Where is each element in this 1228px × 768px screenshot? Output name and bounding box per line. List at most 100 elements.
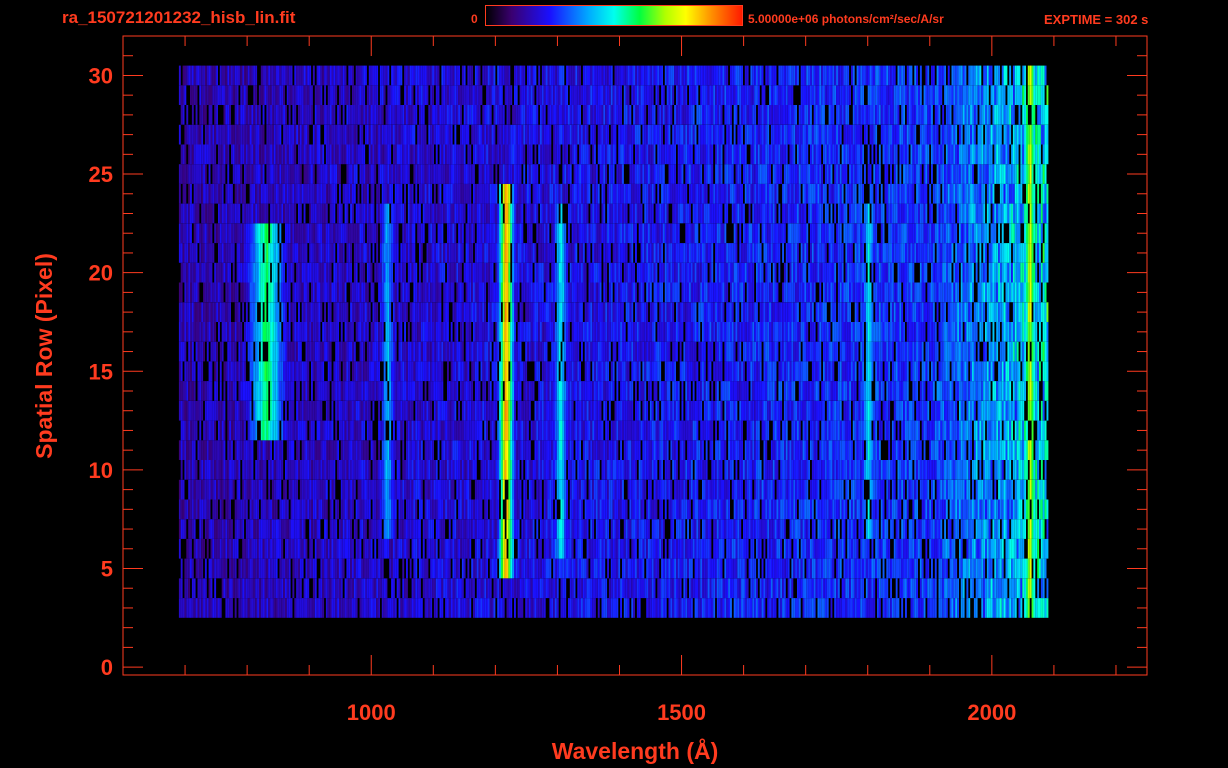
heatmap-cell (231, 420, 233, 441)
heatmap-cell (517, 420, 520, 441)
heatmap-cell (573, 479, 576, 500)
heatmap-cell (283, 381, 285, 401)
heatmap-cell (221, 519, 224, 539)
heatmap-cell (231, 538, 233, 559)
heatmap-cell (227, 499, 230, 520)
heatmap-cell (817, 381, 820, 401)
heatmap-cell (368, 499, 371, 520)
heatmap-cell (1042, 538, 1045, 559)
heatmap-cell (787, 479, 790, 500)
heatmap-cell (460, 479, 462, 500)
heatmap-cell (633, 578, 635, 599)
heatmap-cell (750, 499, 753, 520)
heatmap-cell (329, 420, 332, 441)
heatmap-cell (869, 440, 872, 460)
heatmap-cell (1027, 479, 1030, 500)
heatmap-cell (677, 381, 680, 401)
heatmap-cell (322, 499, 325, 520)
heatmap-cell (651, 578, 654, 599)
heatmap-cell (692, 538, 695, 559)
heatmap-cell (603, 479, 606, 500)
heatmap-cell (949, 519, 952, 539)
heatmap-cell (707, 558, 710, 579)
heatmap-cell (1046, 400, 1049, 421)
heatmap-cell (398, 598, 401, 618)
heatmap-cell (301, 420, 304, 441)
heatmap-cell (208, 400, 211, 421)
heatmap-cell (433, 538, 436, 559)
heatmap-cell (754, 499, 757, 520)
heatmap-cell (979, 440, 982, 460)
heatmap-cell (882, 400, 885, 421)
heatmap-cell (413, 381, 416, 401)
heatmap-cell (322, 538, 325, 559)
heatmap-cell (648, 440, 650, 460)
heatmap-cell (333, 361, 336, 382)
heatmap-cell (1016, 578, 1019, 599)
heatmap-cell (895, 538, 898, 559)
heatmap-cell (400, 598, 403, 618)
heatmap-cell (700, 578, 703, 599)
heatmap-cell (716, 440, 719, 460)
heatmap-cell (203, 598, 205, 618)
heatmap-cell (547, 400, 550, 421)
heatmap-cell (458, 420, 460, 441)
heatmap-cell (672, 499, 675, 520)
heatmap-cell (491, 479, 494, 500)
heatmap-cell (770, 598, 773, 618)
heatmap-cell (841, 479, 844, 500)
heatmap-cell (251, 479, 254, 500)
heatmap-cell (769, 499, 771, 520)
heatmap-cell (329, 558, 332, 579)
heatmap-cell (929, 598, 932, 618)
heatmap-cell (891, 381, 894, 401)
heatmap-cell (962, 519, 965, 539)
heatmap-cell (506, 499, 509, 520)
heatmap-cell (953, 558, 956, 579)
heatmap-cell (553, 400, 555, 421)
heatmap-cell (493, 519, 496, 539)
heatmap-cell (469, 538, 472, 559)
heatmap-cell (221, 460, 224, 480)
heatmap-cell (698, 538, 701, 559)
heatmap-cell (514, 519, 516, 539)
heatmap-cell (1026, 558, 1028, 579)
heatmap-cell (733, 381, 736, 401)
heatmap-cell (428, 381, 431, 401)
heatmap-cell (245, 381, 248, 401)
heatmap-cell (1011, 538, 1013, 559)
heatmap-cell (635, 499, 637, 520)
heatmap-cell (728, 598, 730, 618)
heatmap-cell (756, 460, 758, 480)
heatmap-cell (730, 381, 732, 401)
heatmap-cell (638, 558, 641, 579)
heatmap-cell (702, 440, 704, 460)
heatmap-cell (430, 381, 433, 401)
heatmap-cell (545, 499, 548, 520)
heatmap-cell (726, 538, 729, 559)
heatmap-cell (737, 420, 740, 441)
heatmap-cell (396, 558, 399, 579)
heatmap-cell (765, 519, 768, 539)
heatmap-cell (676, 598, 678, 618)
heatmap-cell (519, 420, 522, 441)
heatmap-cell (584, 381, 587, 401)
heatmap-cell (406, 499, 408, 520)
heatmap-cell (858, 519, 861, 539)
heatmap-cell (977, 499, 980, 520)
heatmap-cell (718, 598, 721, 618)
heatmap-cell (903, 519, 905, 539)
heatmap-cell (636, 519, 639, 539)
heatmap-cell (594, 400, 596, 421)
heatmap-cell (266, 400, 269, 421)
heatmap-cell (281, 361, 284, 382)
heatmap-cell (426, 519, 429, 539)
heatmap-cell (595, 578, 598, 599)
heatmap-cell (897, 538, 900, 559)
heatmap-cell (327, 440, 330, 460)
heatmap-cell (499, 460, 501, 480)
heatmap-cell (966, 538, 969, 559)
heatmap-cell (746, 479, 749, 500)
heatmap-cell (689, 460, 691, 480)
heatmap-cell (614, 479, 617, 500)
